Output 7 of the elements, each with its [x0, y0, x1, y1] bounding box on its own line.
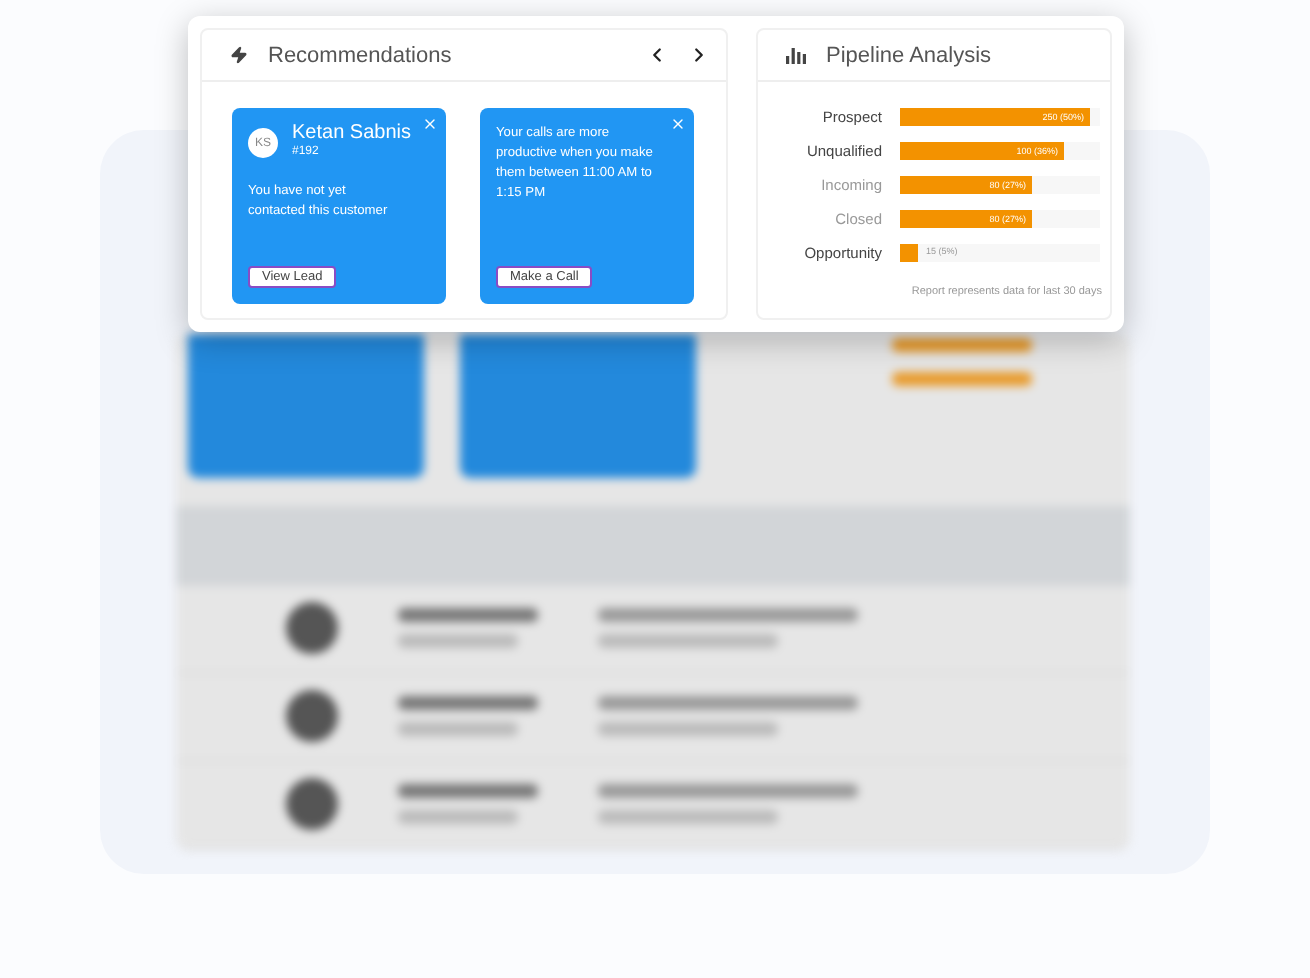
panel-title: Recommendations: [268, 43, 454, 67]
bar-chart-icon: [786, 46, 806, 64]
customer-name: Ketan Sabnis: [292, 122, 411, 144]
lightning-icon: [230, 46, 248, 64]
close-button[interactable]: [422, 116, 438, 132]
panel-title: Pipeline Analysis: [826, 43, 994, 67]
close-button[interactable]: [670, 116, 686, 132]
